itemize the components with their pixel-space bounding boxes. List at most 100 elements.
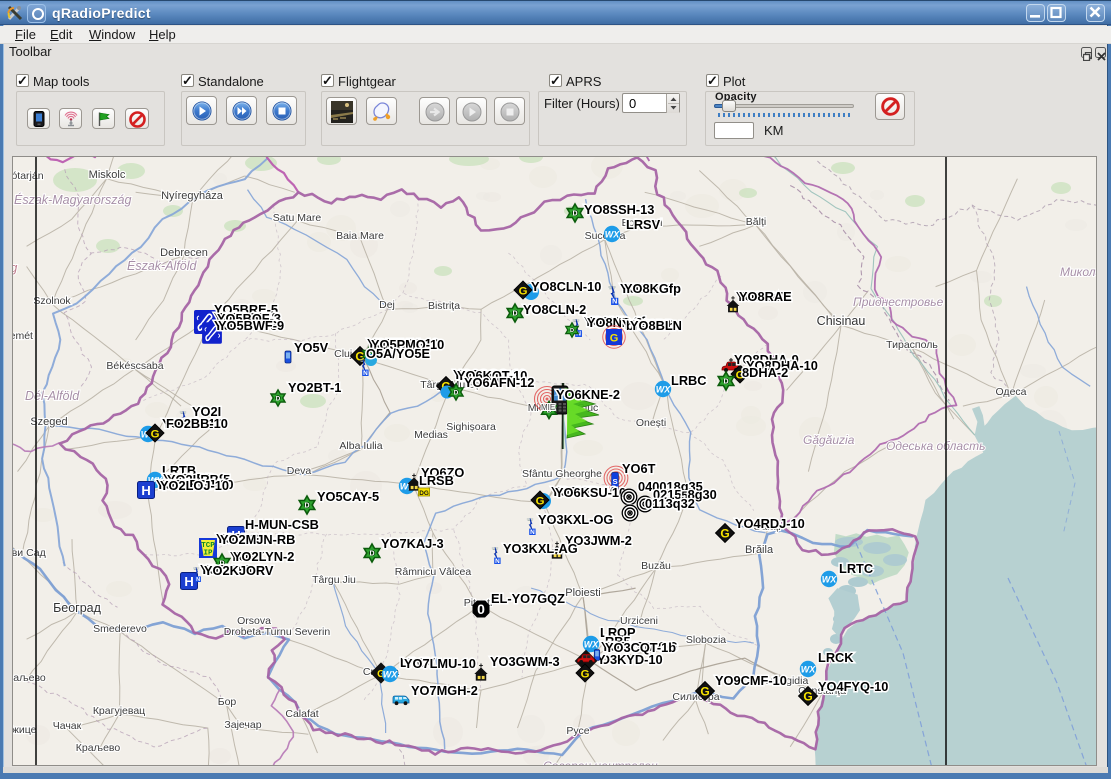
svg-text:Alba Iulia: Alba Iulia (339, 440, 382, 452)
svg-text:Slobozia: Slobozia (686, 634, 726, 646)
svg-text:Găgăuzia: Găgăuzia (803, 433, 855, 447)
svg-text:WX: WX (605, 230, 620, 240)
svg-text:LRCK: LRCK (818, 650, 854, 665)
svg-text:Ужице: Ужице (13, 724, 37, 736)
svg-text:D: D (304, 503, 309, 510)
svg-text:MIE: MIE (541, 403, 555, 412)
svg-text:YO2BT-1: YO2BT-1 (288, 380, 341, 395)
svg-text:G: G (803, 690, 812, 704)
svg-text:YO6KSU-10: YO6KSU-10 (555, 485, 626, 500)
svg-text:Одеса: Одеса (996, 386, 1027, 398)
svg-text:YO3GWM-3: YO3GWM-3 (490, 654, 560, 669)
svg-text:YO2KJORV: YO2KJORV (204, 563, 274, 578)
svg-text:WX: WX (584, 640, 599, 650)
svg-text:D: D (454, 389, 459, 396)
svg-text:G: G (536, 495, 545, 507)
svg-text:0113q32: 0113q32 (645, 496, 695, 511)
svg-text:Râmnicu Vâlcea: Râmnicu Vâlcea (395, 566, 472, 578)
svg-text:Sfântu Gheorghe: Sfântu Gheorghe (522, 468, 602, 480)
svg-text:WX: WX (383, 670, 398, 680)
svg-text:YO8CLN-2: YO8CLN-2 (523, 302, 586, 317)
svg-text:LRTC: LRTC (839, 561, 873, 576)
svg-text:LRSV: LRSV (626, 217, 661, 232)
svg-text:YO9CMF-10: YO9CMF-10 (715, 673, 787, 688)
svg-text:Miskolc: Miskolc (89, 169, 126, 181)
svg-text:H-MUN-CSB: H-MUN-CSB (245, 517, 319, 532)
svg-text:Bălți: Bălți (746, 216, 766, 228)
svg-text:N: N (363, 370, 368, 377)
svg-text:D: D (572, 211, 577, 218)
svg-text:WX: WX (656, 385, 671, 395)
svg-text:Ваљево: Ваљево (13, 672, 46, 684)
svg-text:Kecskemét: Kecskemét (13, 330, 33, 342)
svg-text:Русе: Русе (566, 725, 589, 737)
svg-text:YO4RDJ-10: YO4RDJ-10 (735, 516, 805, 531)
svg-text:Baia Mare: Baia Mare (336, 230, 384, 242)
svg-text:YO4FYQ-10: YO4FYQ-10 (818, 679, 888, 694)
svg-text:Medias: Medias (414, 429, 448, 441)
svg-text:G: G (151, 428, 160, 440)
svg-text:Debrecen: Debrecen (160, 247, 208, 259)
svg-text:YO2MJN-RB: YO2MJN-RB (220, 532, 295, 547)
svg-text:YO8KGfp: YO8KGfp (624, 281, 681, 296)
svg-text:G: G (700, 685, 709, 699)
svg-text:Sighișoara: Sighișoara (446, 421, 496, 433)
svg-text:YO3KXL-AG: YO3KXL-AG (503, 541, 578, 556)
svg-text:Szolnok: Szolnok (33, 295, 71, 307)
svg-text:FO2BB-10: FO2BB-10 (166, 416, 228, 431)
svg-text:O3KYD-10: O3KYD-10 (600, 652, 663, 667)
svg-text:Chisinau: Chisinau (817, 314, 866, 328)
svg-text:Ploiesti: Ploiesti (565, 587, 600, 599)
svg-text:Чачак: Чачак (53, 720, 82, 732)
svg-text:Târgu Jiu: Târgu Jiu (312, 574, 356, 586)
svg-text:Onești: Onești (636, 417, 666, 429)
svg-text:Тирасполь: Тирасполь (886, 339, 938, 351)
svg-text:G: G (610, 333, 619, 345)
svg-text:YO7LMU-10: YO7LMU-10 (404, 656, 476, 671)
svg-text:Deva: Deva (287, 465, 312, 477)
svg-text:YO8CLN-10: YO8CLN-10 (531, 279, 601, 294)
svg-text:Észak-Magyarország: Észak-Magyarország (14, 192, 131, 207)
svg-text:YO7MGH-2: YO7MGH-2 (411, 683, 478, 698)
svg-text:D: D (276, 395, 281, 402)
svg-text:O5A/YO5E: O5A/YO5E (366, 346, 430, 361)
svg-text:Satu Mare: Satu Mare (273, 212, 322, 224)
svg-text:Salgótarján: Salgótarján (13, 170, 44, 182)
svg-text:WX: WX (801, 665, 816, 675)
svg-text:Békéscsaba: Békéscsaba (106, 360, 163, 372)
svg-text:YO6T: YO6T (622, 461, 656, 476)
svg-text:G: G (519, 285, 528, 297)
svg-text:Зајечар: Зајечар (224, 719, 261, 731)
svg-text:Београд: Београд (53, 601, 102, 615)
svg-text:YO8BLN: YO8BLN (630, 318, 682, 333)
svg-text:0: 0 (477, 601, 485, 617)
svg-text:YO6AFN-12: YO6AFN-12 (464, 375, 534, 390)
svg-text:Миколаївська: Миколаївська (1060, 265, 1097, 279)
svg-text:Dél-Alföld: Dél-Alföld (25, 389, 80, 403)
svg-text:8DHA-2: 8DHA-2 (742, 365, 788, 380)
svg-text:Bistrița: Bistrița (428, 300, 460, 312)
svg-text:EL-YO7GQZ: EL-YO7GQZ (491, 591, 565, 606)
svg-text:YO5CAY-5: YO5CAY-5 (317, 489, 379, 504)
svg-text:Dej: Dej (379, 299, 395, 311)
svg-text:Краљево: Краљево (76, 742, 121, 754)
svg-text:WX: WX (822, 575, 837, 585)
svg-text:N: N (612, 297, 617, 306)
svg-text:D: D (512, 311, 517, 318)
svg-text:YO7KAJ-3: YO7KAJ-3 (381, 536, 444, 551)
svg-text:D: D (369, 551, 374, 558)
svg-text:G: G (581, 668, 590, 680)
svg-text:Приднестровье: Приднестровье (853, 295, 944, 309)
svg-text:D: D (723, 379, 728, 386)
svg-text:Brăila: Brăila (745, 544, 774, 556)
svg-text:Северен централен: Северен централен (543, 759, 658, 765)
svg-text:DG: DG (419, 490, 429, 497)
svg-text:Одеська область: Одеська область (886, 439, 985, 453)
svg-text:Smederevo: Smederevo (93, 623, 147, 635)
svg-text:YO3KXL-OG: YO3KXL-OG (538, 512, 613, 527)
svg-text:YO6KNE-2: YO6KNE-2 (556, 387, 620, 402)
svg-text:YO5BWF-9: YO5BWF-9 (218, 318, 284, 333)
svg-text:Calafat: Calafat (285, 708, 318, 720)
svg-text:N: N (530, 529, 535, 536)
svg-text:N: N (196, 577, 200, 583)
